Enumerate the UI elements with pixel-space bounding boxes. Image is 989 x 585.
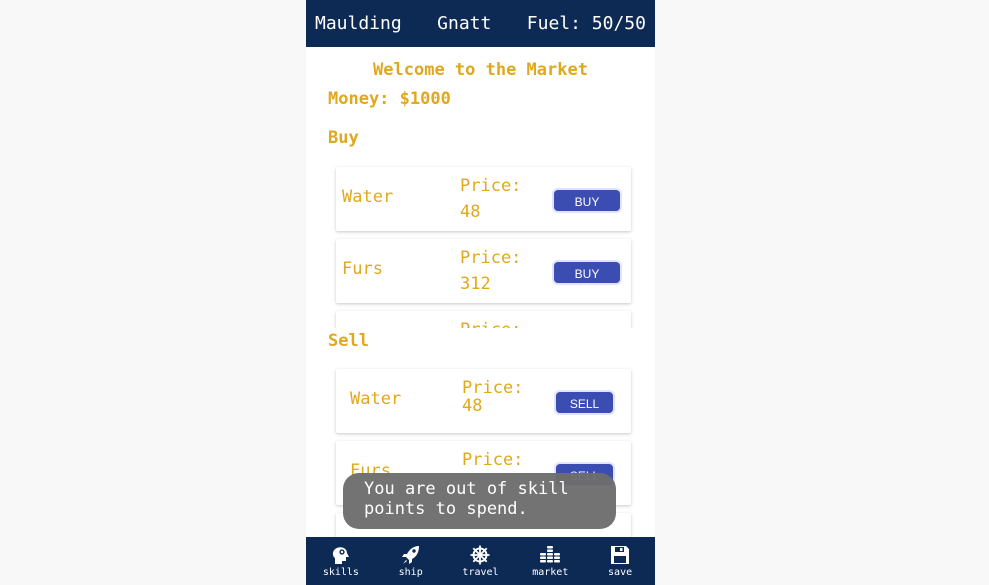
nav-label: save xyxy=(608,566,633,578)
bottom-nav: skills ship travel market save xyxy=(306,537,655,585)
buy-heading: Buy xyxy=(328,128,359,148)
price-label: Price: xyxy=(460,248,522,268)
price-label: Price: xyxy=(460,317,540,328)
nav-save[interactable]: save xyxy=(590,545,650,578)
captain-name: Maulding xyxy=(315,13,402,34)
top-bar: Maulding Gnatt Fuel: 50/50 xyxy=(306,0,655,47)
buy-item-card: Price: xyxy=(336,311,631,328)
item-price: Price: 312 xyxy=(460,245,540,297)
item-name: Water xyxy=(342,187,394,207)
floppy-disk-icon xyxy=(611,545,630,564)
item-price: Price: 48 xyxy=(462,379,542,415)
nav-label: travel xyxy=(462,566,499,578)
buy-list[interactable]: Water Price: 48 BUY Furs Price: 312 BUY … xyxy=(306,160,655,328)
buy-button[interactable]: BUY xyxy=(552,188,622,213)
rocket-icon xyxy=(401,545,419,564)
nav-label: ship xyxy=(398,566,423,578)
buy-button[interactable]: BUY xyxy=(552,260,622,285)
buy-item-card: Water Price: 48 BUY xyxy=(336,167,631,231)
item-price: Price: xyxy=(462,451,542,469)
nav-label: market xyxy=(532,566,569,578)
money-display: Money: $1000 xyxy=(328,89,451,109)
app-screen: Maulding Gnatt Fuel: 50/50 Welcome to th… xyxy=(306,0,655,585)
fuel-status: Fuel: 50/50 xyxy=(526,13,646,34)
nav-label: skills xyxy=(322,566,359,578)
sell-button[interactable]: SELL xyxy=(554,390,615,415)
price-label: Price: xyxy=(462,378,524,398)
price-value: 312 xyxy=(460,274,491,294)
toast-message: You are out of skill points to spend. xyxy=(343,473,616,529)
price-label: Price: xyxy=(460,176,522,196)
coin-stack-icon xyxy=(540,545,561,562)
nav-market[interactable]: market xyxy=(520,545,580,578)
ship-name: Gnatt xyxy=(437,13,492,34)
item-name: Furs xyxy=(342,259,383,279)
price-label: Price: xyxy=(462,450,524,470)
item-name: Water xyxy=(350,389,402,409)
nav-skills[interactable]: skills xyxy=(311,545,371,578)
sell-heading: Sell xyxy=(328,331,369,351)
ship-wheel-icon xyxy=(470,545,490,564)
nav-ship[interactable]: ship xyxy=(381,545,441,578)
item-price: Price: xyxy=(460,317,540,328)
item-price: Price: 48 xyxy=(460,173,540,225)
price-value: 48 xyxy=(462,396,483,416)
head-gear-icon xyxy=(332,546,349,564)
nav-travel[interactable]: travel xyxy=(450,545,510,578)
page-title: Welcome to the Market xyxy=(373,60,588,80)
buy-item-card: Furs Price: 312 BUY xyxy=(336,239,631,303)
sell-item-card: Water Price: 48 SELL xyxy=(336,369,631,433)
price-value: 48 xyxy=(460,202,481,222)
